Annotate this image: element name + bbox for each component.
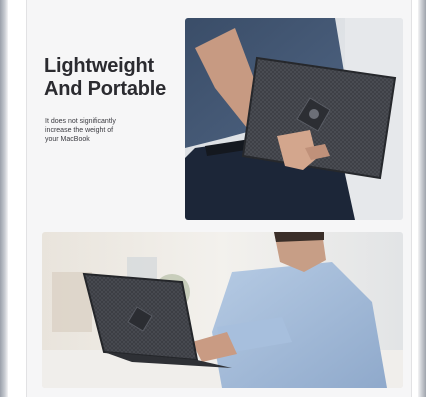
next-slide-edge [418, 0, 426, 397]
feature-headline: Lightweight And Portable [44, 55, 166, 101]
product-photo-typing [42, 232, 403, 388]
description-line-1: It does not significantly [45, 118, 116, 125]
product-photo-holding [185, 18, 403, 220]
product-feature-banner: Lightweight And Portable It does not sig… [0, 0, 426, 397]
headline-line-1: Lightweight [44, 55, 154, 77]
description-line-2: increase the weight of [45, 127, 114, 134]
typing-laptop-illustration [42, 232, 403, 388]
headline-line-2: And Portable [44, 78, 167, 100]
holding-laptop-illustration [185, 18, 403, 220]
feature-description: It does not significantly increase the w… [45, 117, 155, 144]
laptop-case [241, 56, 397, 180]
previous-slide-edge [0, 0, 8, 397]
description-line-3: your MacBook [45, 136, 90, 143]
